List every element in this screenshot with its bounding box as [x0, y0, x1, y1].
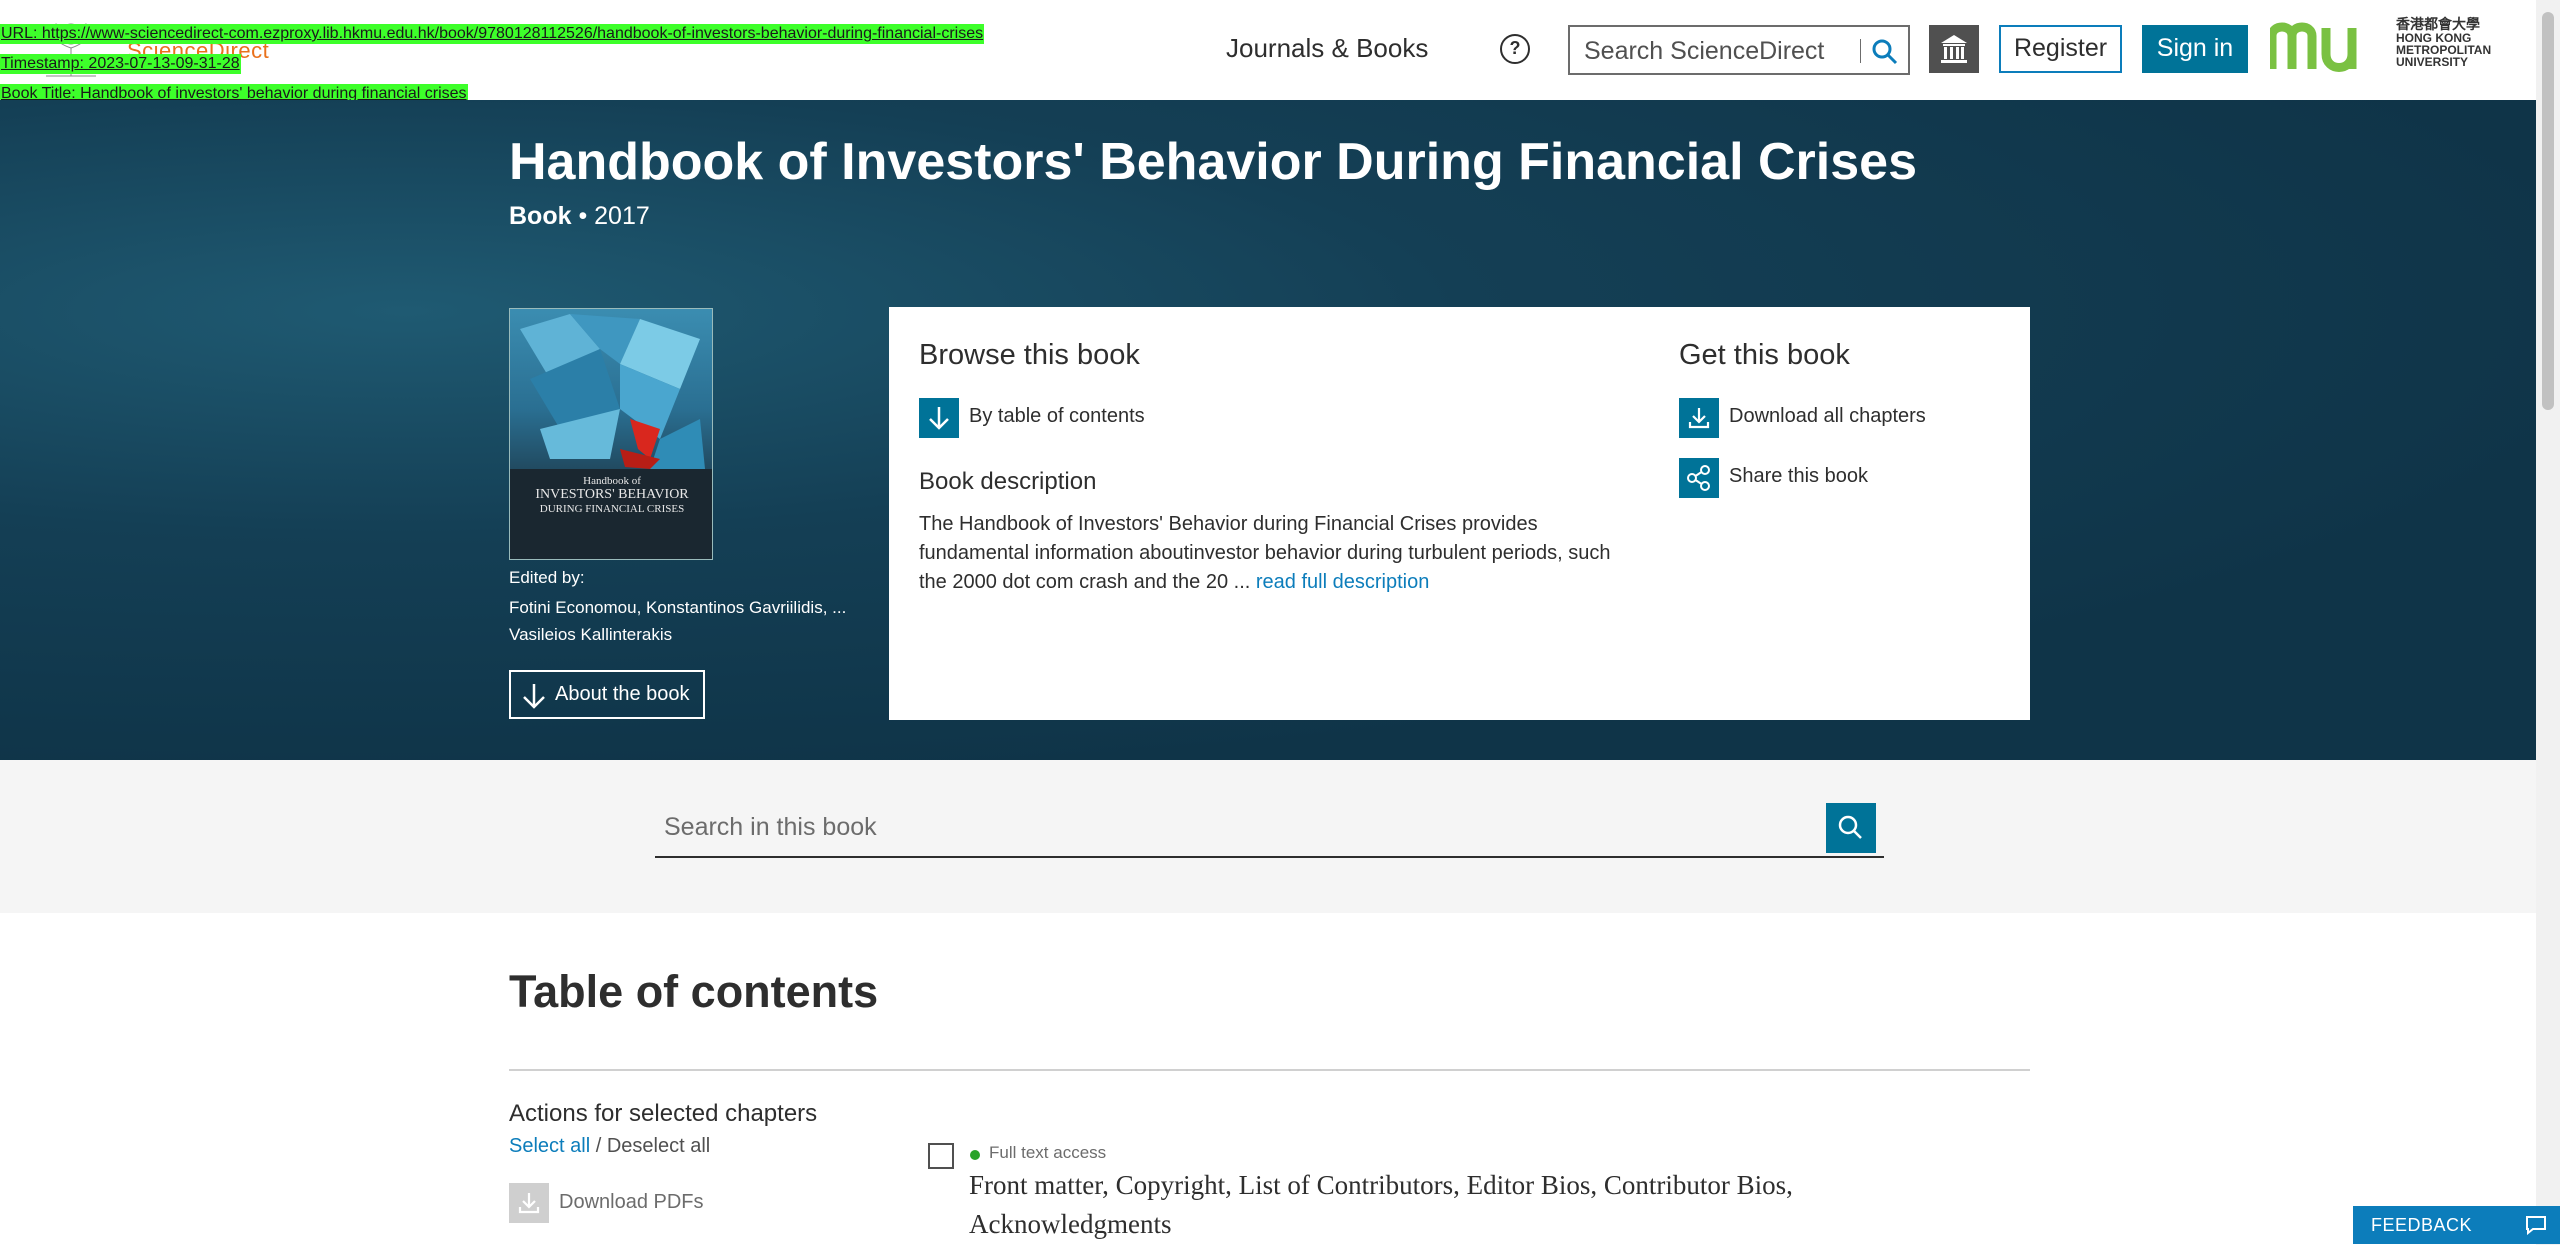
hkmu-name: 香港都會大學 HONG KONG METROPOLITAN UNIVERSITY: [2396, 16, 2491, 68]
institution-button[interactable]: [1929, 25, 1979, 73]
download-glyph: [1688, 408, 1710, 429]
arrow-down-icon: [929, 407, 949, 430]
site-search-input[interactable]: Search ScienceDirect: [1568, 25, 1910, 75]
deselect-all-link[interactable]: Deselect all: [607, 1135, 710, 1157]
cover-title-line2: INVESTORS' BEHAVIOR: [535, 487, 689, 502]
book-type: Book: [509, 202, 572, 230]
register-button[interactable]: Register: [1999, 25, 2122, 73]
help-icon[interactable]: ?: [1500, 34, 1530, 64]
book-info-panel: Browse this book By table of contents Ge…: [889, 307, 2030, 720]
select-separator: /: [590, 1135, 607, 1157]
timestamp-overlay: Timestamp: 2023-07-13-09-31-28: [0, 54, 241, 74]
book-year: • 2017: [578, 202, 650, 230]
journals-books-link[interactable]: Journals & Books: [1226, 33, 1428, 64]
arrow-down-icon: [523, 684, 545, 709]
book-meta: Book • 2017: [509, 202, 650, 231]
book-description-text: The Handbook of Investors' Behavior duri…: [919, 510, 1619, 597]
feedback-label: FEEDBACK: [2371, 1215, 2473, 1235]
share-this-book-link[interactable]: Share this book: [1729, 465, 1868, 488]
book-title: Handbook of Investors' Behavior During F…: [509, 133, 1917, 191]
sign-in-button[interactable]: Sign in: [2142, 25, 2248, 73]
search-in-book-placeholder: Search in this book: [664, 813, 877, 841]
table-of-contents-title: Table of contents: [509, 966, 879, 1017]
actions-title: Actions for selected chapters: [509, 1100, 818, 1127]
scrollbar-thumb[interactable]: [2542, 12, 2554, 410]
by-table-of-contents-link[interactable]: By table of contents: [969, 405, 1145, 428]
cover-title-line3: DURING FINANCIAL CRISES: [539, 503, 685, 515]
cover-title-line1: Handbook of: [583, 475, 641, 487]
download-pdfs-button[interactable]: Download PDFs: [559, 1191, 704, 1214]
cover-title-text: Handbook of INVESTORS' BEHAVIOR DURING F…: [510, 469, 712, 515]
edited-by-label: Edited by:: [509, 568, 585, 587]
read-full-description-link[interactable]: read full description: [1256, 571, 1429, 593]
cover-art: [510, 314, 712, 559]
chapter-title-link[interactable]: Front matter, Copyright, List of Contrib…: [969, 1166, 1849, 1244]
download-glyph: [518, 1193, 540, 1214]
share-glyph: [1687, 465, 1710, 491]
download-icon[interactable]: [1679, 398, 1719, 438]
toc-divider: [509, 1069, 2030, 1071]
search-icon: [1838, 815, 1862, 839]
book-cover-image[interactable]: Handbook of INVESTORS' BEHAVIOR DURING F…: [509, 308, 713, 560]
search-separator: [1860, 39, 1861, 63]
browse-title: Browse this book: [919, 339, 1140, 371]
feedback-button[interactable]: FEEDBACK: [2353, 1206, 2560, 1244]
access-status-dot: [970, 1150, 980, 1160]
get-this-book-title: Get this book: [1679, 339, 1850, 371]
url-overlay: URL: https://www-sciencedirect-com.ezpro…: [0, 24, 985, 44]
full-text-access-label: Full text access: [989, 1143, 1107, 1162]
download-all-chapters-link[interactable]: Download all chapters: [1729, 405, 1926, 428]
search-icon[interactable]: [1870, 37, 1900, 67]
about-the-book-button[interactable]: About the book: [509, 670, 705, 719]
book-description-title: Book description: [919, 468, 1097, 495]
search-in-book-button[interactable]: [1826, 803, 1876, 853]
site-search-placeholder: Search ScienceDirect: [1584, 37, 1825, 65]
hkmu-name-chinese: 香港都會大學: [2396, 16, 2480, 32]
search-in-book-input[interactable]: Search in this book: [655, 803, 1884, 858]
about-the-book-label: About the book: [555, 683, 690, 705]
book-editors[interactable]: Fotini Economou, Konstantinos Gavriilidi…: [509, 594, 869, 648]
chat-bubble-icon: [2526, 1216, 2546, 1235]
toc-arrow-icon[interactable]: [919, 398, 959, 438]
institution-icon: [1941, 35, 1967, 63]
chapter-select-checkbox[interactable]: [928, 1143, 954, 1169]
select-all-link[interactable]: Select all: [509, 1135, 590, 1157]
download-pdfs-icon[interactable]: [509, 1183, 549, 1223]
select-controls: Select all / Deselect all: [509, 1135, 710, 1158]
share-icon[interactable]: [1679, 458, 1719, 498]
hkmu-name-line3: UNIVERSITY: [2396, 55, 2469, 69]
